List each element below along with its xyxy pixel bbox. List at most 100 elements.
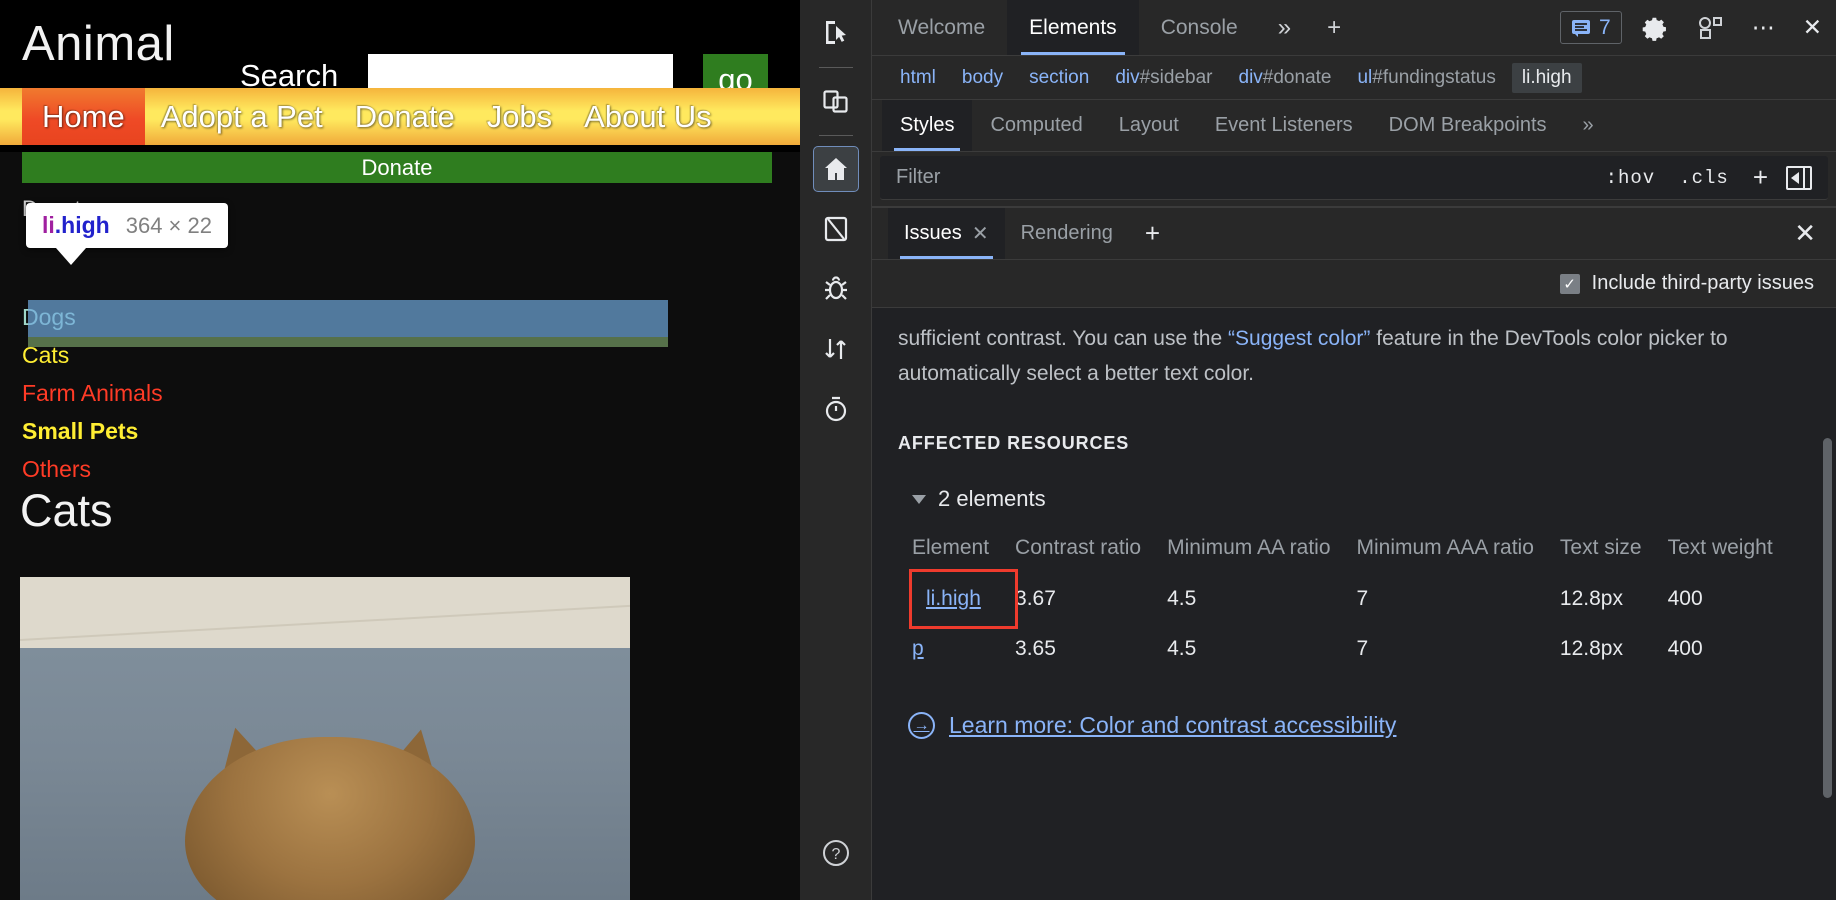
arrow-right-icon: → [908,712,935,739]
affected-elements-toggle[interactable]: 2 elements [898,481,1810,517]
funding-status-list: Dogs Cats Farm Animals Small Pets Others [22,306,762,496]
learn-more-link[interactable]: → Learn more: Color and contrast accessi… [908,707,1810,745]
breadcrumb-item-ul-fundingstatus[interactable]: ul#fundingstatus [1347,63,1505,93]
issues-scrollbar[interactable] [1824,308,1834,900]
cat-photo [20,577,630,900]
drawer-add-tab-icon[interactable]: + [1129,208,1176,259]
tab-computed[interactable]: Computed [972,100,1100,151]
drawer-tab-issues[interactable]: Issues ✕ [888,208,1005,259]
breadcrumb-item-html[interactable]: html [890,63,946,93]
styles-pane-tab-bar: Styles Computed Layout Event Listeners D… [872,100,1836,152]
column-element: Element [912,535,1015,571]
table-row: li.high 3.67 4.5 7 12.8px 400 [912,572,1799,627]
styles-filter-row: :hov .cls + [880,156,1828,200]
gear-icon[interactable] [1628,0,1682,55]
crumb-id: #sidebar [1140,67,1213,88]
nav-item-adopt-a-pet[interactable]: Adopt a Pet [145,88,339,145]
bug-icon[interactable] [813,266,859,312]
drawer-tab-bar: Issues ✕ Rendering + ✕ [872,208,1836,260]
issues-count-value: 7 [1599,16,1611,40]
breadcrumb-item-div-donate[interactable]: div#donate [1229,63,1342,93]
dock-icon[interactable] [1682,0,1738,55]
cell-text-weight: 400 [1668,572,1799,627]
affected-element-cell-highlighted[interactable]: li.high [912,572,1015,627]
notes-icon[interactable] [813,206,859,252]
funding-item-dogs[interactable]: Dogs [22,306,762,328]
new-style-rule-button[interactable]: + [1741,162,1780,193]
column-contrast-ratio: Contrast ratio [1015,535,1167,571]
main-navigation: Home Adopt a Pet Donate Jobs About Us [0,88,800,145]
drawer-tab-issues-label: Issues [904,222,962,245]
column-minimum-aa-ratio: Minimum AA ratio [1167,535,1356,571]
funding-item-farm-animals[interactable]: Farm Animals [22,382,762,404]
issues-scrollbar-thumb[interactable] [1823,438,1832,798]
tab-dom-breakpoints[interactable]: DOM Breakpoints [1371,100,1565,151]
suggest-color-link[interactable]: “Suggest color” [1228,327,1370,350]
tab-styles[interactable]: Styles [882,100,972,151]
table-header-row: Element Contrast ratio Minimum AA ratio … [912,535,1799,571]
tab-layout[interactable]: Layout [1101,100,1197,151]
donate-banner[interactable]: Donate [22,152,772,183]
more-tabs-icon[interactable]: » [1260,0,1309,55]
issues-badge-icon [1571,18,1591,38]
learn-more-label: Learn more: Color and contrast accessibi… [949,707,1396,745]
inspect-element-icon[interactable] [813,10,859,56]
drawer-tab-issues-close-icon[interactable]: ✕ [972,221,989,246]
device-toolbar-icon[interactable] [813,78,859,124]
add-tab-icon[interactable]: + [1309,0,1359,55]
crumb-id: #donate [1263,67,1332,88]
breadcrumb-item-body[interactable]: body [952,63,1013,93]
home-icon[interactable] [813,146,859,192]
nav-item-home[interactable]: Home [22,88,145,145]
styles-more-tabs-icon[interactable]: » [1565,100,1612,151]
computed-sidebar-toggle-icon[interactable] [1786,166,1812,190]
crumb-id: #fundingstatus [1372,67,1496,88]
performance-timer-icon[interactable] [813,386,859,432]
cell-min-aa: 4.5 [1167,626,1356,673]
force-state-hov-button[interactable]: :hov [1594,167,1668,189]
checkbox-box: ✓ [1560,274,1580,294]
chevron-down-icon [912,495,926,504]
table-row: p 3.65 4.5 7 12.8px 400 [912,626,1799,673]
nav-item-donate[interactable]: Donate [339,88,471,145]
tab-console[interactable]: Console [1139,0,1260,55]
tooltip-tag-name: li [42,212,55,238]
help-icon[interactable]: ? [813,830,859,876]
photo-wall-edge [20,603,630,641]
funding-item-cats[interactable]: Cats [22,344,762,366]
devtools-tab-bar: Welcome Elements Console » + 7 [872,0,1836,56]
crumb-tag: div [1239,67,1263,88]
affected-element-link[interactable]: li.high [926,587,981,610]
issues-toolbar: ✓ Include third-party issues [872,260,1836,308]
more-options-icon[interactable]: ⋯ [1738,0,1789,55]
devtools-drawer: Issues ✕ Rendering + ✕ ✓ Include third-p… [872,206,1836,900]
affected-resources-title: AFFECTED RESOURCES [898,429,1810,459]
network-sort-icon[interactable] [813,326,859,372]
drawer-tab-rendering[interactable]: Rendering [1005,208,1129,259]
toggle-arrow [1791,172,1799,184]
tab-welcome[interactable]: Welcome [876,0,1007,55]
tab-elements[interactable]: Elements [1007,0,1139,55]
affected-element-link[interactable]: p [912,637,924,660]
nav-item-about-us[interactable]: About Us [568,88,728,145]
funding-item-others[interactable]: Others [22,458,762,480]
affected-element-cell[interactable]: p [912,626,1015,673]
element-classes-cls-button[interactable]: .cls [1667,167,1741,189]
breadcrumb-item-section[interactable]: section [1019,63,1099,93]
drawer-close-icon[interactable]: ✕ [1774,208,1836,259]
devtools-element-highlight-tooltip: li.high 364 × 22 [26,203,228,248]
breadcrumb-item-li-high[interactable]: li.high [1512,63,1582,93]
close-devtools-icon[interactable]: ✕ [1789,0,1836,55]
cell-text-weight: 400 [1668,626,1799,673]
tooltip-class-name: .high [55,212,110,238]
crumb-tag: ul [1357,67,1372,88]
styles-filter-input[interactable] [880,166,1594,189]
nav-item-jobs[interactable]: Jobs [471,88,568,145]
breadcrumb-item-div-sidebar[interactable]: div#sidebar [1105,63,1222,93]
page-section-heading: Cats [20,485,113,537]
tab-event-listeners[interactable]: Event Listeners [1197,100,1371,151]
include-third-party-issues-checkbox[interactable]: ✓ Include third-party issues [1560,272,1814,295]
tab-bar-spacer [1359,0,1554,55]
issues-count-badge[interactable]: 7 [1560,11,1622,44]
funding-item-small-pets[interactable]: Small Pets [22,420,762,442]
